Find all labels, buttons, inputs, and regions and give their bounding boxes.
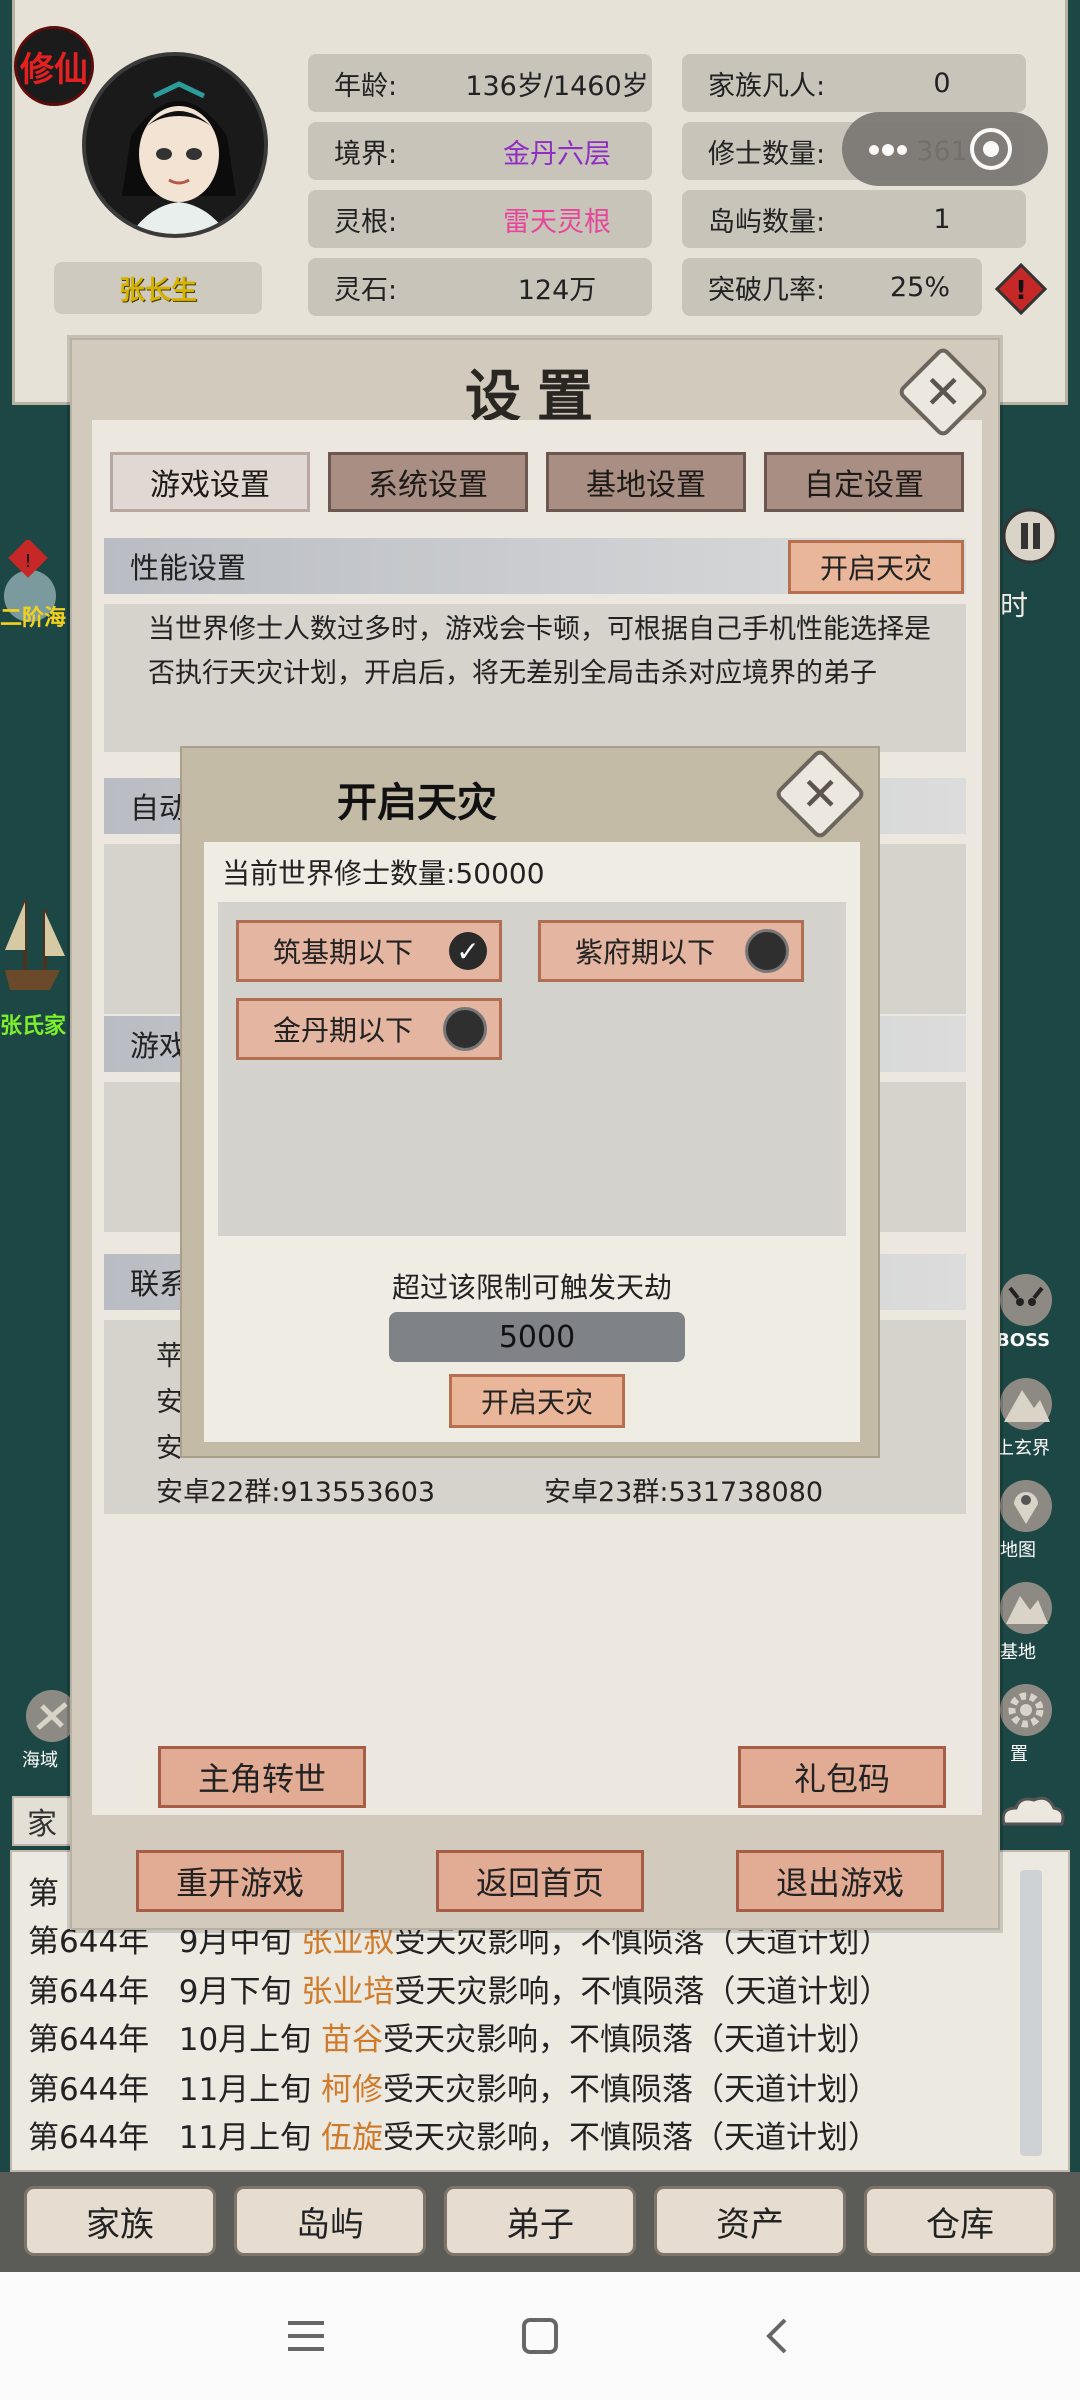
- radio-unchecked-icon[interactable]: [443, 1007, 487, 1051]
- limit-label: 超过该限制可触发天劫: [391, 1271, 672, 1304]
- tab-base-settings[interactable]: 基地设置: [546, 452, 746, 512]
- log-tab[interactable]: 家: [12, 1796, 72, 1846]
- stat-value: 124万: [517, 274, 597, 306]
- calamity-title: 开启天灾: [337, 780, 497, 826]
- reincarnate-button[interactable]: 主角转世: [158, 1746, 366, 1808]
- world-cultivator-count: 当前世界修士数量:50000: [222, 857, 545, 890]
- stat-spirit-root: 灵根: 雷天灵根: [308, 190, 652, 248]
- stat-label: 灵根:: [334, 206, 398, 238]
- stat-label: 岛屿数量:: [708, 206, 826, 238]
- limit-input[interactable]: 5000: [389, 1312, 685, 1362]
- log-line: 第644年 10月上旬 苗谷受天灾影响，不慎陨落（天道计划）: [28, 2022, 880, 2058]
- option-below-foundation[interactable]: 筑基期以下 ✓: [236, 920, 502, 982]
- stat-label: 年龄:: [334, 70, 398, 102]
- exit-game-button[interactable]: 退出游戏: [736, 1850, 944, 1912]
- option-label: 筑基期以下: [273, 936, 414, 969]
- more-icon[interactable]: [868, 142, 908, 156]
- log-first-partial: 第: [28, 1876, 59, 1912]
- nav-islands[interactable]: 岛屿: [234, 2186, 426, 2256]
- stat-spirit-stones: 灵石: 124万: [308, 258, 652, 316]
- stat-label: 修士数量:: [708, 138, 826, 170]
- confirm-calamity-button[interactable]: 开启天灾: [449, 1374, 625, 1428]
- checkmark-icon[interactable]: ✓: [449, 932, 487, 970]
- boss-label: BOSS: [996, 1330, 1051, 1351]
- stat-label: 境界:: [334, 138, 398, 170]
- log-line: 第644年 11月上旬 柯修受天灾影响，不慎陨落（天道计划）: [28, 2072, 880, 2108]
- stat-mortals: 家族凡人: 0: [682, 54, 1026, 112]
- close-icon: ✕: [800, 766, 840, 821]
- stat-value: 25%: [889, 271, 950, 303]
- nav-assets[interactable]: 资产: [654, 2186, 846, 2256]
- sea-zone-side-label: 海域: [22, 1750, 58, 1771]
- back-icon[interactable]: [744, 2304, 808, 2368]
- cloud-icon[interactable]: [996, 1790, 1068, 1836]
- home-icon[interactable]: [508, 2304, 572, 2368]
- avatar[interactable]: [82, 52, 268, 238]
- time-label: 时: [1000, 589, 1029, 622]
- map-label: 地图: [1000, 1540, 1036, 1561]
- return-home-button[interactable]: 返回首页: [436, 1850, 644, 1912]
- stat-value: 雷天灵根: [503, 206, 611, 238]
- world-boss-icon[interactable]: [996, 1270, 1056, 1330]
- tab-game-settings[interactable]: 游戏设置: [110, 452, 310, 512]
- tab-custom-settings[interactable]: 自定设置: [764, 452, 964, 512]
- restart-game-button[interactable]: 重开游戏: [136, 1850, 344, 1912]
- stat-age: 年龄: 136岁/1460岁: [308, 54, 652, 112]
- stat-value: 金丹六层: [503, 138, 611, 170]
- calamity-dialog: 开启天灾 当前世界修士数量:50000 筑基期以下 ✓ 紫府期以下 金丹期以下 …: [180, 746, 880, 1458]
- qq-group-partial: 安: [156, 1387, 183, 1418]
- calamity-options-area: 筑基期以下 ✓ 紫府期以下 金丹期以下: [218, 902, 846, 1236]
- nav-disciples[interactable]: 弟子: [444, 2186, 636, 2256]
- stat-islands: 岛屿数量: 1: [682, 190, 1026, 248]
- svg-text:!: !: [24, 551, 31, 572]
- log-line: 第644年 9月下旬 张业培受天灾影响，不慎陨落（天道计划）: [28, 1974, 891, 2010]
- option-label: 紫府期以下: [575, 936, 716, 969]
- player-name: 张长生: [54, 262, 262, 314]
- svg-text:!: !: [1015, 276, 1027, 306]
- option-below-zifu[interactable]: 紫府期以下: [538, 920, 804, 982]
- stat-label: 家族凡人:: [708, 70, 826, 102]
- radio-unchecked-icon[interactable]: [745, 929, 789, 973]
- qq-group-partial: 安: [156, 1433, 183, 1464]
- sea-beast-icon[interactable]: !: [0, 538, 70, 650]
- character-portrait-icon: [86, 56, 264, 234]
- stat-label: 突破几率:: [708, 274, 826, 306]
- close-miniprogram-icon[interactable]: [968, 126, 1014, 172]
- base-label: 基地: [1000, 1642, 1036, 1663]
- qq-group-android23: 安卓23群:531738080: [544, 1477, 824, 1508]
- base-icon[interactable]: [996, 1578, 1056, 1638]
- breakthrough-warning-icon[interactable]: !: [994, 262, 1048, 316]
- map-pin-icon[interactable]: [996, 1476, 1056, 1536]
- menu-icon[interactable]: [274, 2304, 338, 2368]
- qq-group-partial: 苹: [156, 1341, 183, 1372]
- log-line: 第644年 11月上旬 伍旋受天灾影响，不慎陨落（天道计划）: [28, 2120, 880, 2156]
- close-icon: ✕: [923, 364, 963, 419]
- nav-family[interactable]: 家族: [24, 2186, 216, 2256]
- miniprogram-capsule[interactable]: [842, 112, 1048, 186]
- log-scrollbar[interactable]: [1020, 1870, 1042, 2156]
- ship-icon[interactable]: [0, 880, 70, 1010]
- open-calamity-button[interactable]: 开启天灾: [788, 540, 964, 594]
- option-label: 金丹期以下: [273, 1014, 414, 1047]
- pause-icon[interactable]: [1000, 506, 1060, 566]
- settings-side-label: 置: [1010, 1744, 1028, 1765]
- gear-icon[interactable]: [996, 1680, 1056, 1740]
- stat-value: 0: [933, 67, 951, 99]
- qq-group-android22: 安卓22群:913553603: [156, 1477, 436, 1508]
- nav-warehouse[interactable]: 仓库: [864, 2186, 1056, 2256]
- upper-realm-label: 上玄界: [996, 1438, 1050, 1459]
- option-below-golden-core[interactable]: 金丹期以下: [236, 998, 502, 1060]
- mountain-icon[interactable]: [996, 1374, 1056, 1434]
- stat-value: 1: [933, 203, 951, 235]
- xiuxian-badge: 修仙: [14, 26, 94, 106]
- stat-value: 136岁/1460岁: [465, 70, 649, 102]
- family-island-label: 张氏家: [0, 1014, 67, 1039]
- gift-code-button[interactable]: 礼包码: [738, 1746, 946, 1808]
- sea-zone-label: 二阶海: [0, 606, 67, 631]
- performance-description: 当世界修士人数过多时，游戏会卡顿，可根据自己手机性能选择是否执行天灾计划，开启后…: [148, 614, 931, 689]
- stat-breakthrough: 突破几率: 25%: [682, 258, 982, 316]
- stat-realm: 境界: 金丹六层: [308, 122, 652, 180]
- stat-label: 灵石:: [334, 274, 398, 306]
- tab-system-settings[interactable]: 系统设置: [328, 452, 528, 512]
